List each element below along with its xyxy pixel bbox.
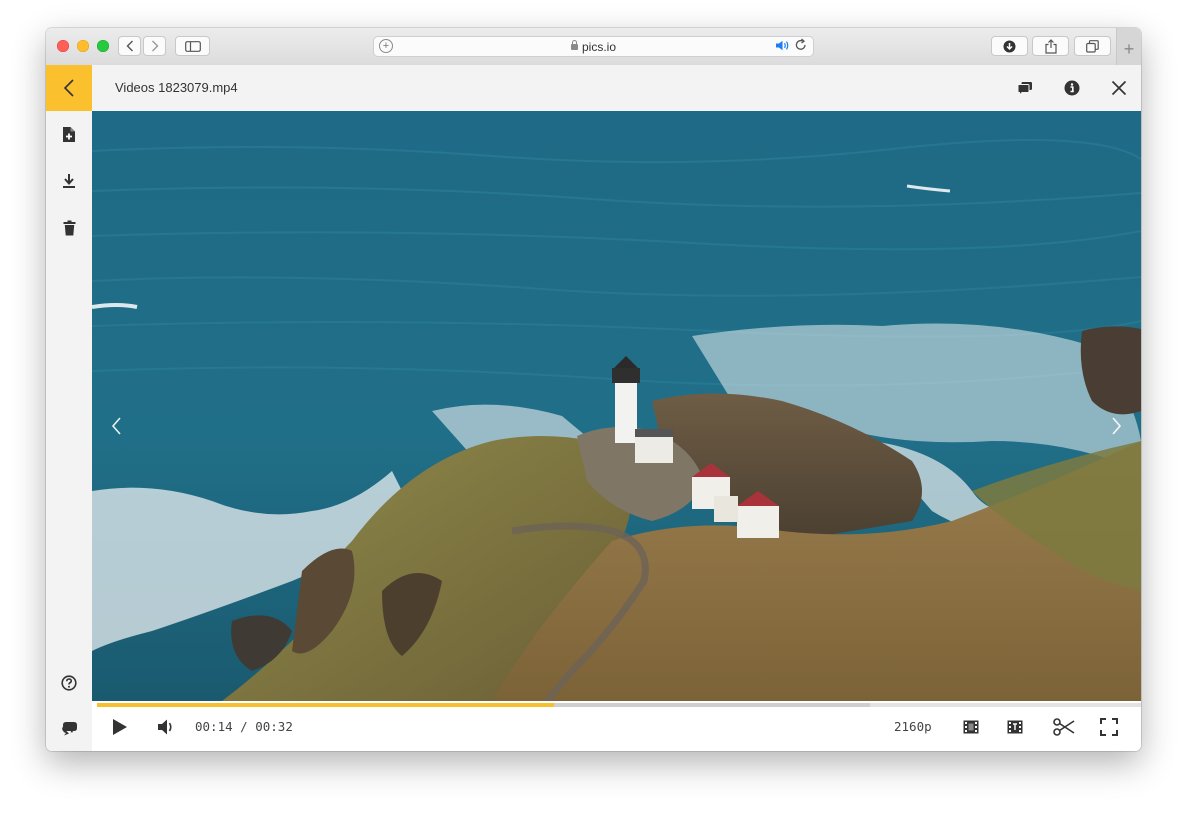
file-name: Videos 1823079.mp4 xyxy=(115,80,238,95)
chat-button[interactable] xyxy=(57,716,81,740)
address-text: pics.io xyxy=(581,40,616,54)
sidebar-toggle-button[interactable] xyxy=(175,36,210,56)
frame-icon xyxy=(963,720,979,734)
share-icon xyxy=(1044,38,1057,54)
help-icon xyxy=(61,675,77,691)
video-frame[interactable] xyxy=(92,111,1141,701)
close-window-button[interactable] xyxy=(57,40,69,52)
chevron-left-icon xyxy=(126,40,133,52)
browser-forward-button[interactable] xyxy=(143,36,166,56)
frame-button[interactable] xyxy=(961,716,981,738)
total-duration: 00:32 xyxy=(255,719,293,734)
comments-button[interactable] xyxy=(1013,76,1037,100)
download-circle-icon xyxy=(1003,40,1016,52)
audio-playing-icon[interactable] xyxy=(775,40,791,54)
tabs-overview-button[interactable] xyxy=(1074,36,1111,56)
viewer-app: Videos 1823079.mp4 00:14 / 00:32 2160p xyxy=(46,65,1141,751)
info-icon xyxy=(1064,80,1080,96)
download-icon xyxy=(63,174,75,188)
subtitles-icon xyxy=(1007,720,1023,734)
info-button[interactable] xyxy=(1060,76,1084,100)
volume-icon xyxy=(158,719,172,735)
trim-button[interactable] xyxy=(1052,716,1076,738)
comments-icon xyxy=(1017,81,1032,96)
chevron-right-icon xyxy=(151,40,158,52)
scissors-icon xyxy=(1053,718,1075,736)
time-separator: / xyxy=(240,719,248,734)
sidebar-toggle-icon xyxy=(184,40,201,52)
subtitles-button[interactable] xyxy=(1005,716,1025,738)
delete-button[interactable] xyxy=(57,216,81,240)
close-viewer-button[interactable] xyxy=(1107,76,1131,100)
browser-window: + pics.io + Videos 1823079.mp4 00:14 / 0… xyxy=(46,28,1141,751)
quality-selector[interactable]: 2160p xyxy=(894,719,932,734)
tabs-icon xyxy=(1086,39,1099,53)
viewer-topbar: Videos 1823079.mp4 xyxy=(92,65,1141,112)
trash-icon xyxy=(63,220,75,236)
chevron-left-icon xyxy=(111,417,121,435)
play-icon xyxy=(113,719,127,735)
downloads-button[interactable] xyxy=(991,36,1028,56)
chevron-right-icon xyxy=(1112,417,1122,435)
add-file-button[interactable] xyxy=(57,122,81,146)
previous-asset-button[interactable] xyxy=(109,414,125,438)
help-button[interactable] xyxy=(57,671,81,695)
fullscreen-icon xyxy=(1100,718,1118,736)
volume-button[interactable] xyxy=(156,716,178,738)
chevron-left-icon xyxy=(63,79,74,97)
video-controls: 00:14 / 00:32 2160p xyxy=(92,701,1141,751)
new-tab-button[interactable]: + xyxy=(1116,28,1141,65)
zoom-window-button[interactable] xyxy=(97,40,109,52)
add-file-icon xyxy=(63,126,75,142)
played-bar xyxy=(97,703,554,707)
video-frame-image xyxy=(92,111,1141,701)
download-button[interactable] xyxy=(57,169,81,193)
browser-back-button[interactable] xyxy=(118,36,141,56)
fullscreen-button[interactable] xyxy=(1098,716,1120,738)
time-display: 00:14 / 00:32 xyxy=(195,719,293,734)
share-button[interactable] xyxy=(1032,36,1069,56)
address-bar[interactable]: + pics.io xyxy=(373,36,814,57)
close-icon xyxy=(1111,80,1127,96)
left-sidebar xyxy=(46,65,92,751)
lock-icon xyxy=(570,40,578,50)
chat-icon xyxy=(61,721,77,735)
address-host: pics.io xyxy=(374,40,813,54)
minimize-window-button[interactable] xyxy=(77,40,89,52)
browser-toolbar: + pics.io + xyxy=(46,28,1141,66)
next-asset-button[interactable] xyxy=(1108,414,1124,438)
seek-bar[interactable] xyxy=(97,703,1141,707)
current-time: 00:14 xyxy=(195,719,233,734)
reload-icon[interactable] xyxy=(795,38,807,54)
play-button[interactable] xyxy=(110,716,130,738)
back-button[interactable] xyxy=(46,65,92,111)
